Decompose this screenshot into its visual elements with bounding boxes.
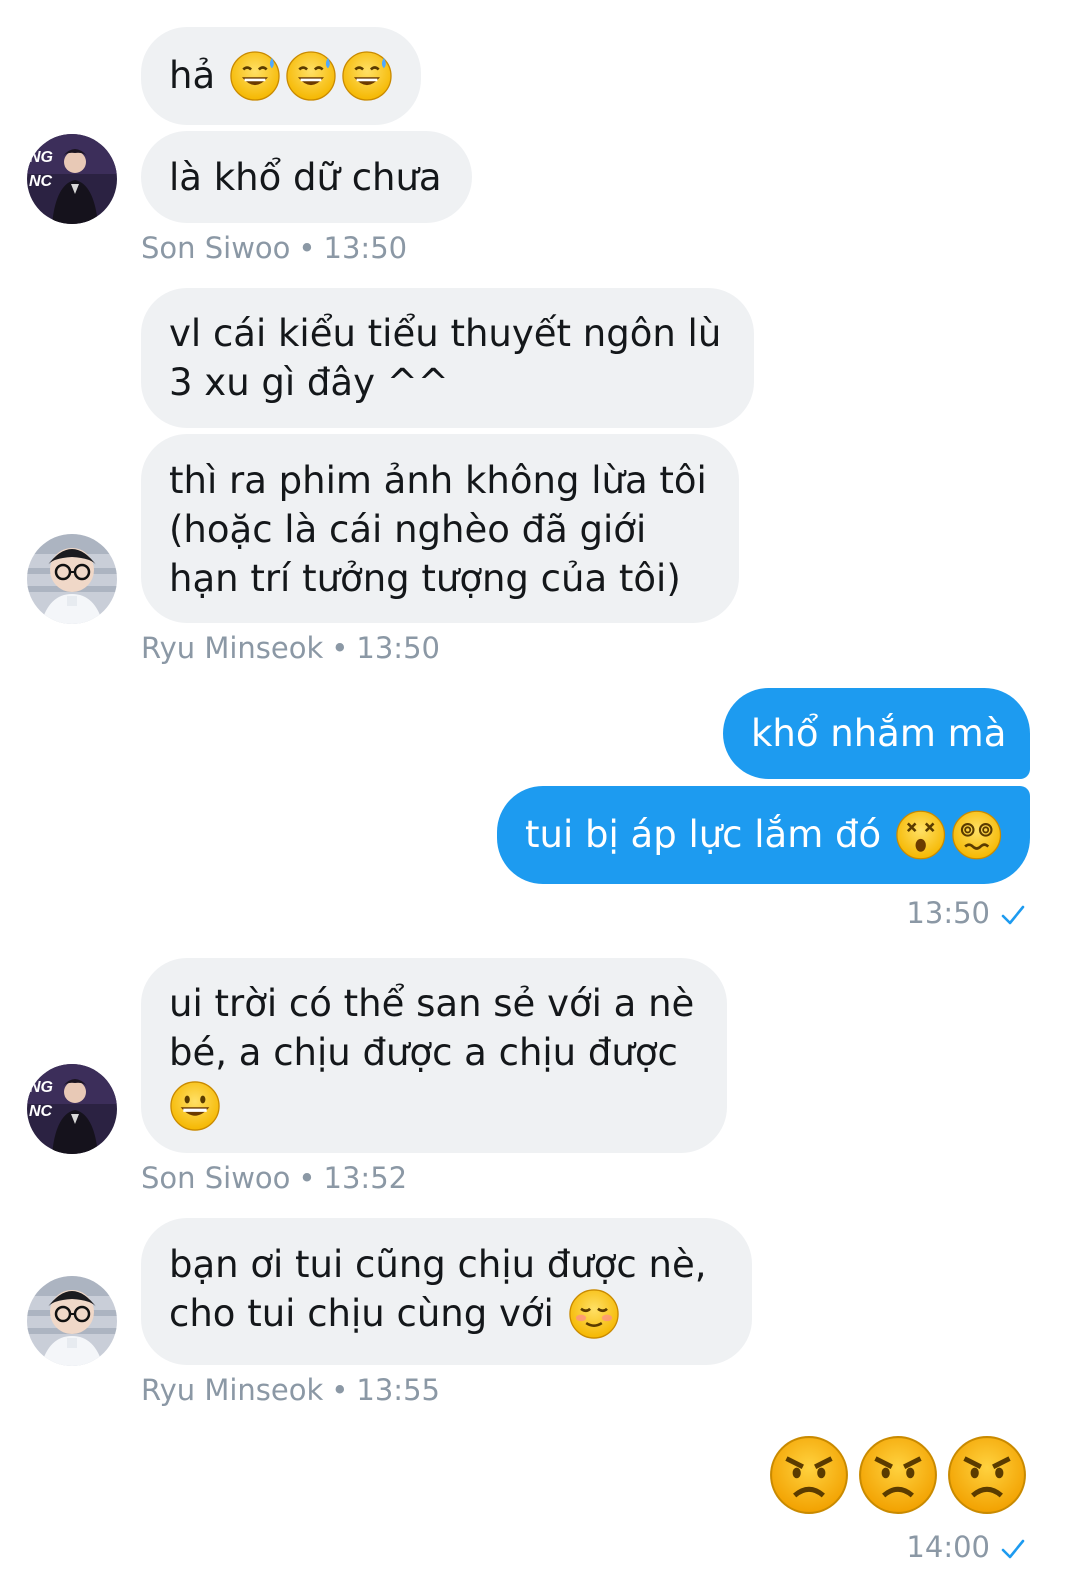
message-line: ui trời có thể san sẻ với a nè xyxy=(169,982,695,1025)
timestamp: 13:50 xyxy=(906,896,990,930)
grinning-sweat-emoji-icon xyxy=(229,50,281,102)
angry-face-emoji-icon xyxy=(857,1434,939,1516)
message-bubble-outgoing[interactable]: tui bị áp lực lắm đó xyxy=(497,786,1030,884)
emoji-message-outgoing[interactable] xyxy=(768,1434,1028,1516)
timestamp: 13:55 xyxy=(356,1373,440,1407)
message-line: 3 xu gì đây ^^ xyxy=(169,361,449,404)
message-line: hạn trí tưởng tượng của tôi) xyxy=(169,557,681,600)
checkmark-icon xyxy=(1001,905,1025,925)
message-bubble-incoming[interactable]: bạn ơi tui cũng chịu được nè, cho tui ch… xyxy=(141,1218,752,1365)
message-line: cho tui chịu cùng với xyxy=(169,1292,554,1335)
dizzy-face-emoji-icon xyxy=(895,809,946,861)
separator: • xyxy=(331,631,349,665)
separator: • xyxy=(298,1161,316,1195)
timestamp: 13:50 xyxy=(356,631,440,665)
timestamp: 13:50 xyxy=(323,231,408,265)
avatar-son-siwoo[interactable] xyxy=(27,1064,117,1154)
angry-face-emoji-icon xyxy=(768,1434,850,1516)
message-line: bé, a chịu được a chịu được xyxy=(169,1031,678,1074)
message-meta: Ryu Minseok • 13:50 xyxy=(141,631,440,665)
message-text: là khổ dữ chưa xyxy=(169,156,442,199)
grinning-sweat-emoji-icon xyxy=(341,50,393,102)
sender-name: Ryu Minseok xyxy=(141,1373,324,1407)
sender-name: Son Siwoo xyxy=(141,1161,291,1195)
message-bubble-incoming[interactable]: là khổ dữ chưa xyxy=(141,131,472,223)
grinning-emoji-icon xyxy=(169,1080,221,1132)
avatar-son-siwoo[interactable] xyxy=(27,134,117,224)
message-text: tui bị áp lực lắm đó xyxy=(525,813,882,856)
message-bubble-incoming[interactable]: hả xyxy=(141,27,421,125)
timestamp: 14:00 xyxy=(906,1530,990,1564)
message-line: (hoặc là cái nghèo đã giới xyxy=(169,508,647,551)
message-line: thì ra phim ảnh không lừa tôi xyxy=(169,459,707,502)
timestamp: 13:52 xyxy=(323,1161,408,1195)
avatar-ryu-minseok[interactable] xyxy=(27,534,117,624)
message-bubble-outgoing[interactable]: khổ nhắm mà xyxy=(723,688,1030,779)
smiling-face-emoji-icon xyxy=(568,1288,620,1340)
message-meta-outgoing: 13:50 xyxy=(906,896,1026,930)
message-meta: Son Siwoo • 13:52 xyxy=(141,1161,407,1195)
grinning-sweat-emoji-icon xyxy=(285,50,337,102)
message-bubble-incoming[interactable]: ui trời có thể san sẻ với a nè bé, a chị… xyxy=(141,958,727,1153)
message-bubble-incoming[interactable]: vl cái kiểu tiểu thuyết ngôn lù 3 xu gì … xyxy=(141,288,754,428)
message-meta: Ryu Minseok • 13:55 xyxy=(141,1373,440,1407)
message-text: hả xyxy=(169,54,216,97)
message-meta-outgoing: 14:00 xyxy=(906,1530,1026,1564)
message-bubble-incoming[interactable]: thì ra phim ảnh không lừa tôi (hoặc là c… xyxy=(141,434,739,623)
sender-name: Ryu Minseok xyxy=(141,631,324,665)
woozy-face-emoji-icon xyxy=(951,809,1002,861)
separator: • xyxy=(331,1373,349,1407)
separator: • xyxy=(298,231,316,265)
sender-name: Son Siwoo xyxy=(141,231,291,265)
message-line: bạn ơi tui cũng chịu được nè, xyxy=(169,1243,707,1286)
message-line: vl cái kiểu tiểu thuyết ngôn lù xyxy=(169,312,722,355)
avatar-ryu-minseok[interactable] xyxy=(27,1276,117,1366)
message-meta: Son Siwoo • 13:50 xyxy=(141,231,407,265)
message-text: khổ nhắm mà xyxy=(751,712,1007,755)
angry-face-emoji-icon xyxy=(946,1434,1028,1516)
checkmark-icon xyxy=(1001,1539,1025,1559)
